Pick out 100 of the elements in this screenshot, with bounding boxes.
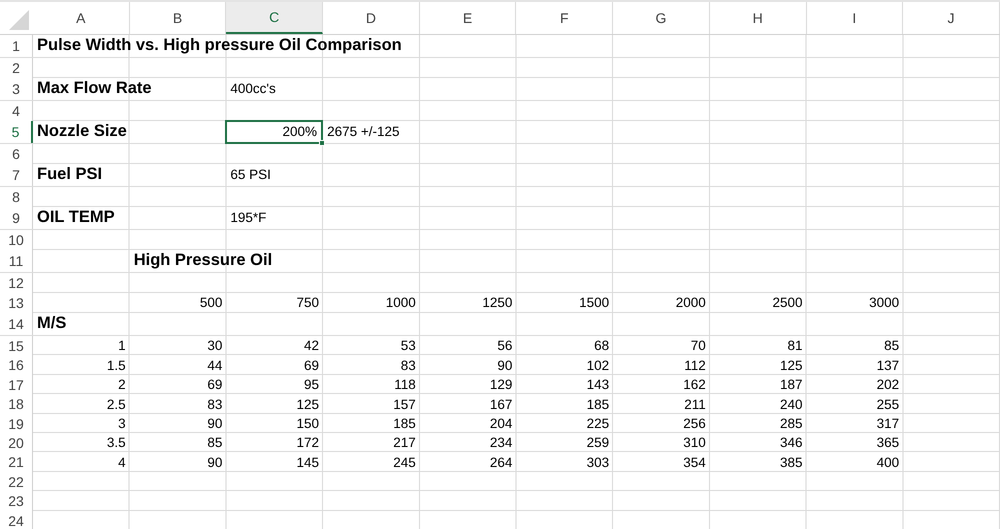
row-header[interactable]: 8	[0, 187, 33, 208]
column-header[interactable]: C	[226, 2, 324, 34]
row-header[interactable]: 20	[0, 432, 33, 454]
cell-text: 1000	[384, 295, 417, 312]
cell-text: 317	[876, 416, 900, 432]
cell-text: Pulse Width vs. High pressure Oil Comparison	[36, 36, 403, 56]
cell-text: 354	[682, 454, 707, 471]
cell-text: 125	[778, 358, 804, 374]
cell-text: 95	[303, 377, 320, 394]
row-header[interactable]: 16	[0, 355, 33, 376]
cell-text: 42	[303, 338, 320, 355]
cell-text: 3	[117, 416, 127, 432]
cell-text: 1	[117, 338, 127, 355]
column-header[interactable]: H	[710, 2, 806, 34]
cell-text: 185	[586, 396, 610, 413]
column-header[interactable]: F	[516, 2, 614, 34]
row-header[interactable]: 15	[0, 336, 33, 357]
cell-text: 162	[682, 377, 707, 394]
cell-text: 30	[206, 338, 224, 355]
row-header[interactable]: 19	[0, 414, 33, 435]
row-header[interactable]: 23	[0, 491, 33, 512]
cell-text: 256	[682, 416, 707, 432]
cell-text: 68	[593, 338, 610, 355]
cell-text: 85	[883, 338, 900, 355]
row-header[interactable]: 6	[0, 144, 33, 165]
cell-text: 303	[586, 454, 610, 471]
cell-text: 145	[296, 454, 320, 471]
fill-handle[interactable]	[319, 140, 326, 146]
cell-text: High Pressure Oil	[132, 251, 274, 271]
column-header[interactable]: G	[613, 2, 710, 34]
cell-text: 137	[876, 358, 900, 374]
cell-text: 185	[392, 416, 417, 432]
row-header[interactable]: 10	[0, 230, 33, 251]
cell-text: 65 PSI	[229, 166, 272, 184]
cell-text: 365	[876, 435, 900, 452]
cell-text: 56	[496, 338, 514, 355]
cell-text: 2	[117, 377, 127, 394]
cell-text: 500	[198, 295, 224, 312]
cell-text: 90	[206, 454, 224, 471]
row-header[interactable]: 21	[0, 452, 33, 474]
cell-text: 118	[393, 377, 417, 394]
cell-text: 81	[786, 338, 804, 355]
cell-text: Max Flow Rate	[36, 79, 153, 99]
row-header[interactable]: 2	[0, 58, 33, 79]
cell-text: 167	[488, 396, 514, 413]
cell-text: 1250	[481, 295, 514, 312]
cell-text: 102	[586, 358, 610, 374]
cell-text: 85	[206, 435, 224, 452]
row-header[interactable]: 13	[0, 293, 33, 314]
cell-text: 400	[876, 454, 900, 471]
selected-cell[interactable]: 200%	[225, 120, 324, 144]
cell-text: 750	[296, 295, 320, 312]
cell-text: 245	[392, 454, 417, 471]
cell-text: 385	[778, 454, 804, 471]
cell-text: 259	[586, 435, 610, 452]
cell-text: 202	[876, 377, 900, 394]
cell-text: 44	[206, 358, 224, 374]
cell-text: 310	[682, 435, 707, 452]
cell-text: 69	[206, 377, 224, 394]
cell-text: 400cc's	[229, 80, 277, 98]
cell-text: 264	[488, 454, 514, 471]
row-header[interactable]: 12	[0, 273, 33, 294]
cell-text: M/S	[36, 314, 68, 334]
cell-text: 204	[488, 416, 514, 432]
cell-text: 129	[488, 377, 514, 394]
cell-text: 4	[117, 454, 127, 471]
cell-text: 346	[778, 435, 804, 452]
cell-text: 83	[400, 358, 417, 374]
cell-text: 157	[392, 396, 417, 413]
column-header[interactable]: I	[806, 2, 904, 34]
cell-text: 2675 +/-125	[326, 124, 400, 140]
row-header[interactable]: 18	[0, 394, 33, 416]
cell-text: 285	[778, 416, 804, 432]
cell-text: 172	[296, 435, 320, 452]
cell-text: 112	[683, 358, 707, 374]
cell-text: 2.5	[106, 396, 127, 413]
row-header[interactable]: 17	[0, 374, 33, 396]
column-header[interactable]: D	[323, 2, 420, 34]
cell-text: 125	[296, 396, 320, 413]
cell-text: 211	[683, 396, 707, 413]
row-header[interactable]: 4	[0, 101, 33, 122]
cell-text: 1.5	[106, 358, 127, 374]
cell-text: 225	[586, 416, 610, 432]
cell-text: 90	[496, 358, 514, 374]
cell-text: 2000	[674, 295, 707, 312]
cell-text: Nozzle Size	[36, 122, 128, 142]
row-header[interactable]: 22	[0, 472, 33, 493]
cell-text: 255	[876, 396, 900, 413]
cell-text: 69	[303, 358, 320, 374]
cell-text: 3.5	[106, 435, 127, 452]
column-header[interactable]: J	[903, 2, 1000, 34]
cell-text: Fuel PSI	[36, 165, 104, 185]
cell-text: 143	[586, 377, 610, 394]
cell-text: 1500	[578, 295, 610, 312]
column-header[interactable]: A	[33, 2, 130, 34]
cell-text: OIL TEMP	[36, 208, 116, 228]
column-header[interactable]: E	[420, 2, 516, 34]
cell-text: 2500	[771, 295, 804, 312]
cell-text: 83	[206, 396, 224, 413]
cell-text: 150	[296, 416, 320, 432]
